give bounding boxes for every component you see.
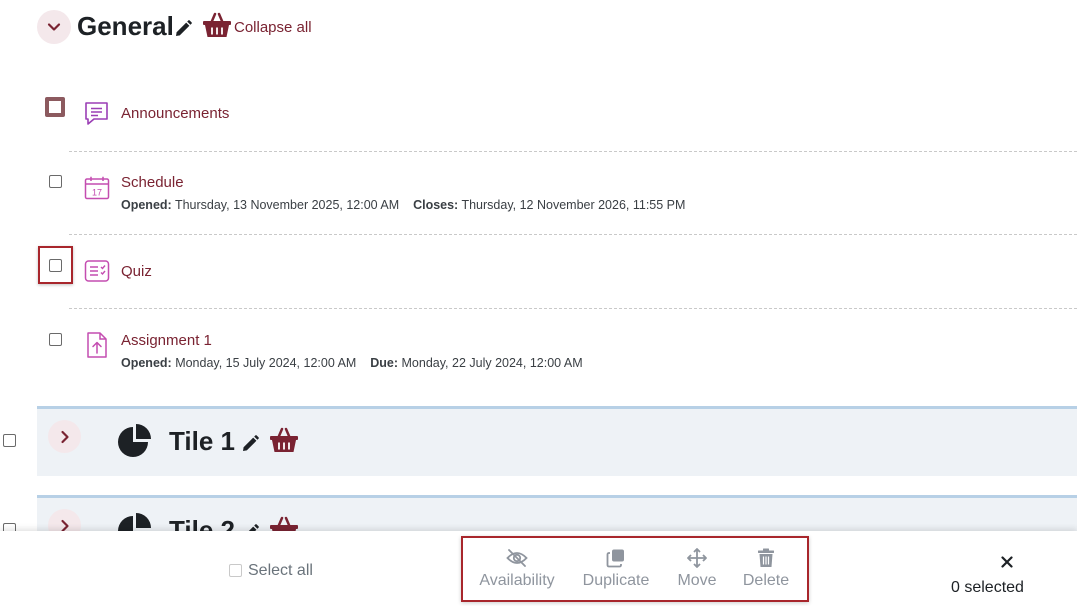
eye-slash-icon (506, 549, 528, 567)
select-all-label[interactable]: Select all (248, 562, 313, 580)
selected-count: 0 selected (951, 579, 1024, 596)
select-all-checkbox[interactable] (229, 564, 242, 577)
duplicate-button[interactable]: Duplicate (579, 548, 653, 590)
delete-button[interactable]: Delete (740, 548, 792, 590)
collapse-all-link[interactable]: Collapse all (234, 19, 312, 36)
basket-icon[interactable] (269, 427, 299, 453)
activity-name-schedule[interactable]: Schedule (121, 174, 184, 192)
tile-1-expand-button[interactable] (48, 420, 81, 453)
pie-chart-icon (118, 424, 151, 457)
tile-1-checkbox[interactable] (3, 434, 16, 447)
calendar-icon: 17 (84, 176, 110, 200)
assignment-icon (87, 332, 107, 358)
basket-icon[interactable] (202, 12, 232, 38)
activity-dates-schedule: Opened: Thursday, 13 November 2025, 12:0… (121, 198, 686, 212)
edit-tile-pencil-icon[interactable] (240, 434, 260, 454)
quiz-icon (84, 260, 110, 282)
trash-icon (758, 548, 774, 567)
assignment-checkbox[interactable] (49, 333, 62, 346)
svg-text:17: 17 (92, 188, 102, 198)
schedule-checkbox[interactable] (49, 175, 62, 188)
chevron-right-icon (60, 430, 69, 443)
activity-name-assignment[interactable]: Assignment 1 (121, 332, 212, 350)
chevron-down-icon (47, 23, 61, 31)
move-button[interactable]: Move (673, 548, 721, 590)
move-arrows-icon (687, 548, 707, 568)
close-icon[interactable] (1001, 556, 1013, 568)
activity-divider (69, 234, 1077, 235)
activity-dates-assignment: Opened: Monday, 15 July 2024, 12:00 AM D… (121, 356, 583, 370)
quiz-checkbox[interactable] (49, 259, 62, 272)
section-collapse-button[interactable] (37, 10, 71, 44)
activity-name-quiz[interactable]: Quiz (121, 263, 152, 281)
activity-divider (69, 151, 1077, 152)
edit-title-pencil-icon[interactable] (173, 19, 193, 39)
tile-1-title: Tile 1 (169, 426, 236, 456)
activity-name-announcements[interactable]: Announcements (121, 105, 229, 123)
section-title: General (77, 11, 174, 41)
forum-icon (85, 102, 108, 125)
activity-divider (69, 308, 1077, 309)
availability-button[interactable]: Availability (477, 548, 557, 590)
copy-icon (606, 549, 624, 568)
announcements-checkbox-focused[interactable] (45, 97, 65, 117)
